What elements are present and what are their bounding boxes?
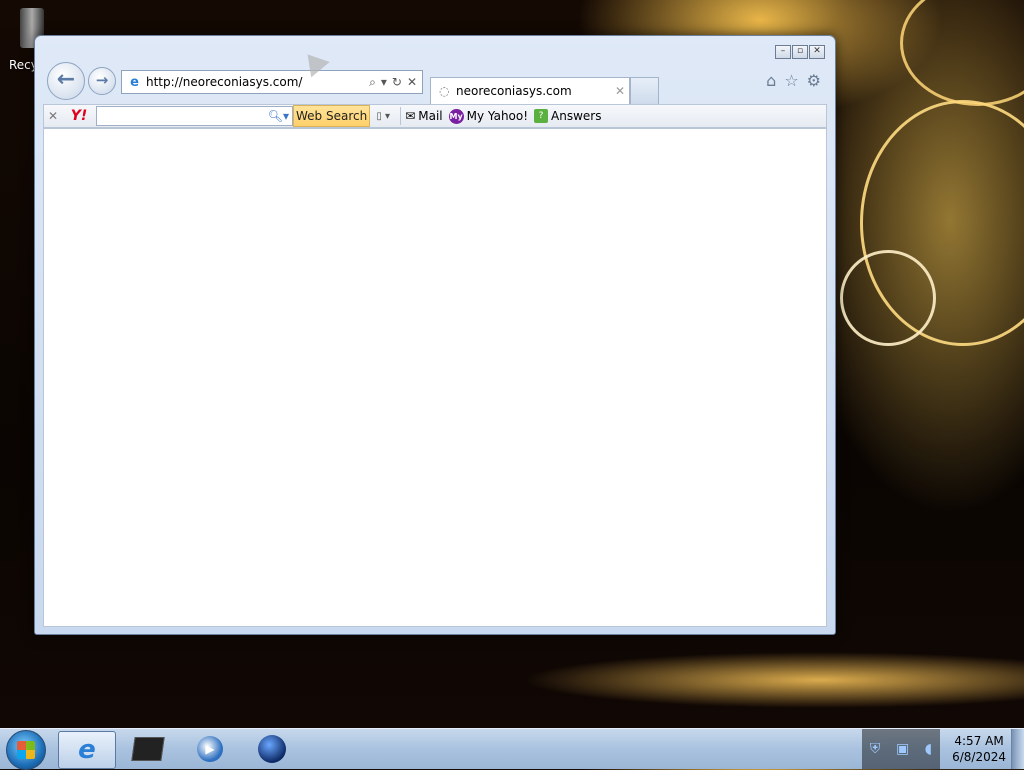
- address-tools: ⌕ ▾ ↻ ✕: [369, 75, 422, 90]
- ie-page-icon: e: [130, 74, 139, 90]
- forward-button[interactable]: →: [88, 67, 116, 95]
- taskbar-app-globe[interactable]: [244, 731, 300, 767]
- loading-spinner-icon: ◌: [439, 84, 450, 98]
- address-bar[interactable]: e http://neoreconiasys.com/ ⌕ ▾ ↻ ✕: [121, 70, 423, 94]
- yahoo-logo[interactable]: Y!: [62, 108, 96, 124]
- tab-close-icon[interactable]: ✕: [615, 84, 629, 98]
- toolbar-close-icon[interactable]: ✕: [44, 109, 62, 123]
- toolbar-item-label: Mail: [418, 109, 443, 123]
- address-url[interactable]: http://neoreconiasys.com/: [146, 75, 369, 89]
- browser-window: – ▫ ✕ ← → e http://neoreconiasys.com/ ⌕ …: [34, 35, 836, 635]
- start-button[interactable]: [6, 730, 46, 770]
- browser-right-tools: ⌂ ☆ ⚙: [766, 71, 821, 90]
- search-icon: 🔍︎▾: [267, 109, 289, 123]
- clock-date: 6/8/2024: [952, 750, 1006, 764]
- browser-tab[interactable]: ◌ neoreconiasys.com ✕: [430, 77, 630, 104]
- taskbar-app-folder[interactable]: [120, 731, 176, 767]
- answers-icon: ?: [534, 109, 549, 123]
- window-controls: – ▫ ✕: [775, 45, 825, 59]
- chevron-down-icon[interactable]: ▾: [381, 75, 387, 90]
- mail-icon: ✉: [405, 109, 416, 123]
- wallpaper-swirl: [840, 250, 936, 346]
- media-player-icon: ▶: [197, 736, 223, 762]
- shield-icon[interactable]: ⛨: [870, 741, 881, 757]
- minimize-icon[interactable]: –: [775, 45, 791, 59]
- clock[interactable]: 4:57 AM 6/8/2024: [952, 733, 1006, 765]
- toolbar-separator: [400, 107, 402, 125]
- taskbar-app-media[interactable]: ▶: [182, 731, 238, 767]
- restore-icon[interactable]: ▫: [792, 45, 808, 59]
- yahoo-toolbar: ✕ Y! 🔍︎▾ Web Search ▯ ▾ ✉ Mail My My Yah…: [43, 104, 827, 128]
- stop-icon[interactable]: ✕: [407, 75, 417, 90]
- toolbar-item-my-yahoo[interactable]: My My Yahoo!: [448, 108, 529, 124]
- back-button[interactable]: ←: [47, 62, 85, 100]
- clock-time: 4:57 AM: [954, 734, 1004, 748]
- volume-icon[interactable]: ◖: [925, 741, 932, 757]
- internet-explorer-icon: e: [78, 735, 96, 765]
- back-arrow-icon: ←: [56, 67, 76, 92]
- yahoo-search-input[interactable]: 🔍︎▾: [96, 106, 293, 126]
- folder-icon: [131, 737, 165, 761]
- show-desktop-button[interactable]: [1011, 729, 1024, 769]
- refresh-icon[interactable]: ↻: [392, 75, 402, 90]
- page-content[interactable]: [43, 128, 827, 627]
- toolbar-options-icon[interactable]: ▯ ▾: [370, 111, 396, 122]
- network-icon[interactable]: ▣: [896, 741, 909, 757]
- search-icon[interactable]: ⌕: [369, 75, 376, 90]
- forward-arrow-icon: →: [95, 71, 109, 89]
- my-yahoo-icon: My: [448, 108, 464, 124]
- taskbar: e ▶ ⛨ ▣ ◖ 4:57 AM 6/8/2024: [0, 728, 1024, 770]
- toolbar-item-label: Answers: [551, 109, 602, 123]
- toolbar-item-label: My Yahoo!: [466, 109, 529, 123]
- web-search-button[interactable]: Web Search: [293, 105, 371, 127]
- home-icon[interactable]: ⌂: [766, 71, 776, 90]
- new-tab-button[interactable]: [630, 77, 659, 104]
- taskbar-app-ie[interactable]: e: [58, 731, 116, 769]
- system-tray: ⛨ ▣ ◖: [862, 729, 940, 769]
- settings-gear-icon[interactable]: ⚙: [807, 71, 821, 90]
- favorites-star-icon[interactable]: ☆: [784, 71, 798, 90]
- tab-title: neoreconiasys.com: [456, 84, 572, 98]
- close-icon[interactable]: ✕: [809, 45, 825, 59]
- wallpaper-swirl: [900, 0, 1024, 106]
- globe-icon: [258, 735, 286, 763]
- toolbar-item-answers[interactable]: ? Answers: [534, 109, 602, 123]
- toolbar-item-mail[interactable]: ✉ Mail: [405, 109, 442, 123]
